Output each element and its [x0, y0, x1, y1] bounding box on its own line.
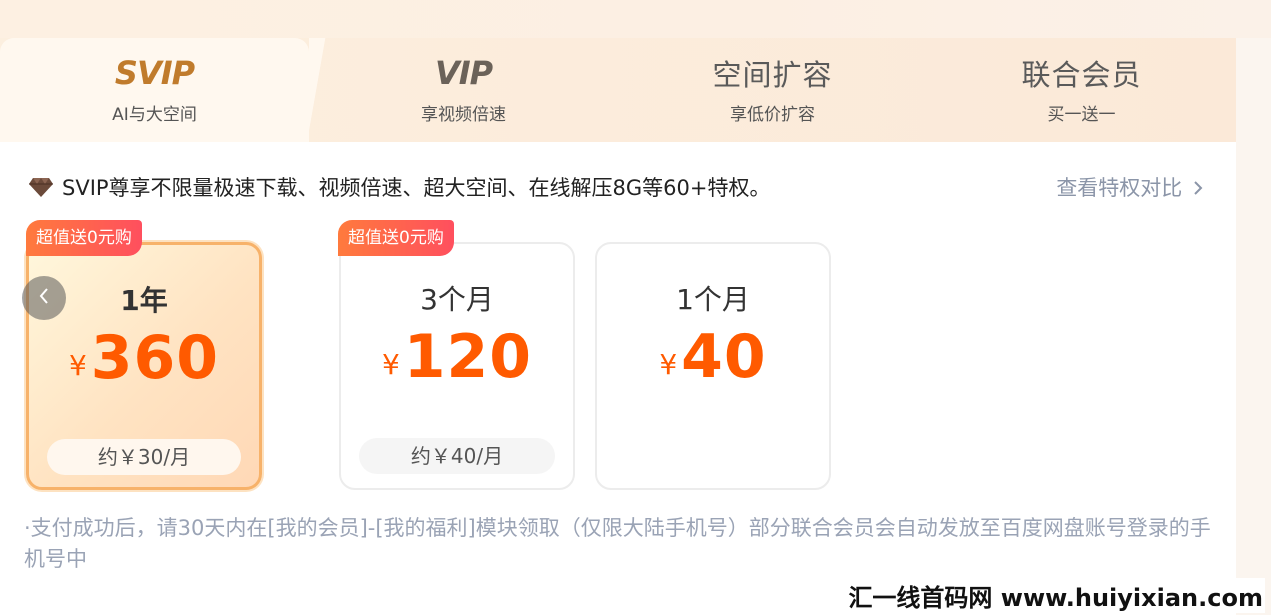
promo-badge: 超值送0元购 [26, 220, 142, 256]
chevron-left-icon [38, 287, 50, 309]
tab-joint-membership-title: 联合会员 [1021, 58, 1142, 92]
tab-vip-subtitle: 享视频倍速 [421, 105, 506, 125]
compare-privileges-link[interactable]: 查看特权对比 [1056, 172, 1203, 202]
price-value: 120 [403, 322, 533, 392]
payment-note: ·支付成功后，请30天内在[我的会员]-[我的福利]模块领取（仅限大陆手机号）部… [24, 516, 1211, 571]
privilege-description: SVIP尊享不限量极速下载、视频倍速、超大空间、在线解压8G等60+特权。 [28, 172, 771, 202]
diamond-icon [28, 176, 54, 198]
plan-price: ¥120 [341, 322, 573, 392]
plan-card-3-months[interactable]: 3个月 ¥120 约￥40/月 [339, 242, 575, 490]
right-edge-strip [1236, 38, 1271, 615]
currency-symbol: ¥ [68, 348, 87, 382]
watermark: 汇一线首码网 www.huiyixian.com [846, 578, 1265, 613]
tab-joint-membership-subtitle: 买一送一 [1047, 105, 1116, 125]
price-value: 40 [681, 322, 767, 392]
description-text: SVIP尊享不限量极速下载、视频倍速、超大空间、在线解压8G等60+特权。 [62, 176, 771, 200]
tab-space-expansion-title: 空间扩容 [712, 58, 833, 92]
tab-space-expansion-subtitle: 享低价扩容 [730, 105, 815, 125]
tab-svip-title: SVIP [114, 54, 195, 92]
plan-period: 1个月 [676, 283, 750, 316]
tab-space-expansion[interactable]: 空间扩容 享低价扩容 [618, 38, 927, 142]
tab-svip[interactable]: SVIP AI与大空间 [0, 38, 331, 142]
plan-price: ¥40 [597, 322, 829, 392]
price-value: 360 [90, 323, 220, 393]
currency-symbol: ¥ [381, 347, 400, 381]
tab-svip-subtitle: AI与大空间 [112, 105, 197, 125]
promo-badge: 超值送0元购 [338, 220, 454, 256]
plan-period: 3个月 [420, 283, 494, 316]
per-month-price: 约￥30/月 [47, 439, 241, 475]
tab-vip-title: VIP [434, 54, 493, 92]
tab-vip[interactable]: VIP 享视频倍速 [309, 38, 618, 142]
plan-card-1-year[interactable]: 1年 ¥360 约￥30/月 [26, 242, 262, 490]
plan-price: ¥360 [29, 323, 259, 393]
tab-joint-membership[interactable]: 联合会员 买一送一 [927, 38, 1236, 142]
top-band [0, 0, 1271, 40]
chevron-right-icon [1193, 177, 1203, 201]
compare-link-label: 查看特权对比 [1056, 176, 1183, 200]
plan-card-1-month[interactable]: 1个月 ¥40 [595, 242, 831, 490]
currency-symbol: ¥ [659, 347, 678, 381]
per-month-price: 约￥40/月 [359, 438, 555, 474]
carousel-prev-button[interactable] [22, 276, 66, 320]
